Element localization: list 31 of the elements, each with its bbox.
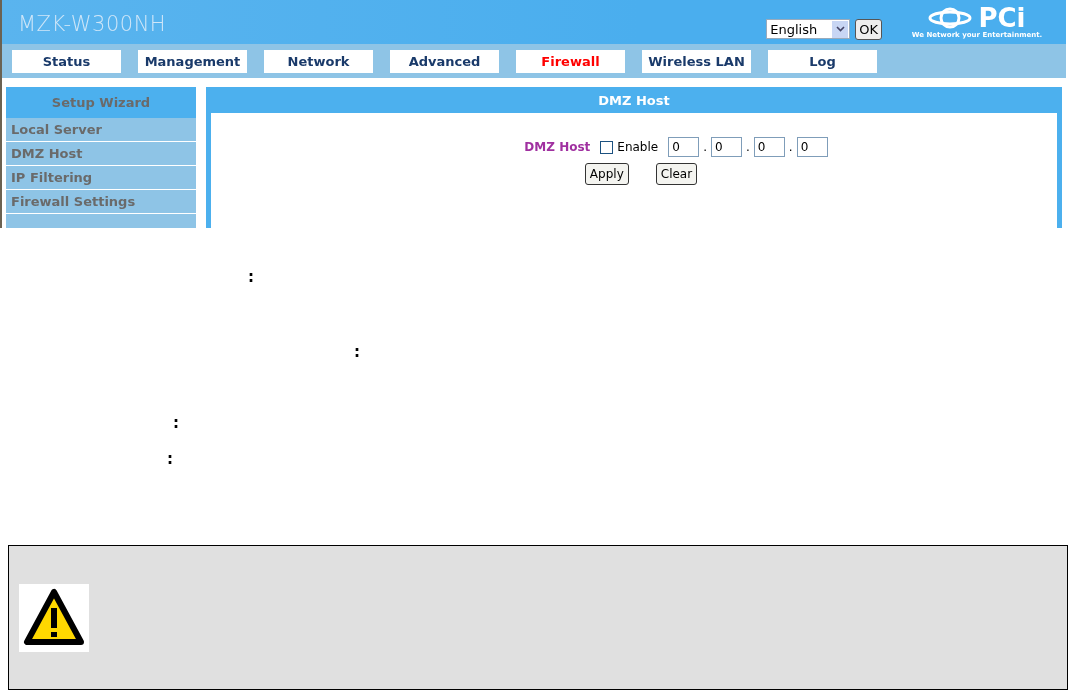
clear-button[interactable]: Clear <box>655 163 698 185</box>
caret-icon <box>835 26 845 32</box>
globe-logo-icon <box>928 6 973 30</box>
warning-icon <box>19 583 89 652</box>
colon-text: : <box>354 344 360 360</box>
nav-tab[interactable]: Wireless LAN <box>642 49 751 73</box>
colon-text: : <box>248 269 254 285</box>
ip-separator: . <box>703 140 707 154</box>
ip-octet-field[interactable]: 0 <box>753 137 785 157</box>
nav-tab[interactable]: Firewall <box>516 49 625 73</box>
colon-text: : <box>173 415 179 431</box>
ip-separator: . <box>746 140 750 154</box>
apply-button[interactable]: Apply <box>584 163 629 185</box>
nav-tab[interactable]: Advanced <box>390 49 499 73</box>
ip-octet-field[interactable]: 0 <box>668 137 700 157</box>
ok-button[interactable]: OK <box>855 18 882 40</box>
ip-octet-field[interactable]: 0 <box>796 137 828 157</box>
language-select[interactable]: English <box>766 19 851 39</box>
field-label: DMZ Host <box>524 140 591 154</box>
nav-tab[interactable]: Network <box>264 49 373 73</box>
brand-logo: PCi <box>978 5 1026 31</box>
nav-tab[interactable]: Log <box>768 49 877 73</box>
nav-tab[interactable]: Status <box>12 49 121 73</box>
ip-octet-field[interactable]: 0 <box>711 137 742 157</box>
colon-text: : <box>167 451 173 467</box>
panel-title: DMZ Host <box>597 91 671 110</box>
model-title: MZK-W300NH <box>18 12 167 36</box>
enable-checkbox[interactable] <box>600 140 614 154</box>
ip-separator: . <box>788 140 793 154</box>
nav-tab[interactable]: Management <box>138 49 247 73</box>
enable-label: Enable <box>617 140 659 154</box>
